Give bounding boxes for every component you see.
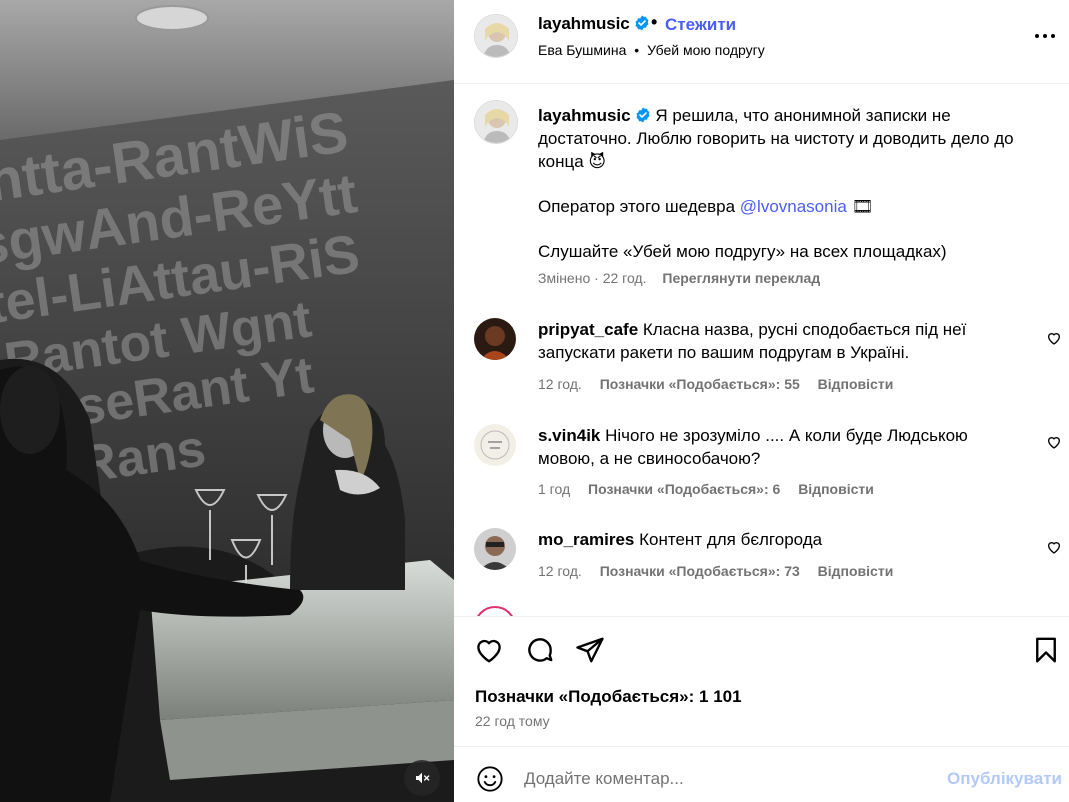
caption-paragraph-2: Оператор этого шедевра @lvovnasonia 🎞 bbox=[538, 195, 1038, 218]
post-media[interactable]: ntta-RantWiS sgwAnd-ReYtt tel-LiAttau-Ri… bbox=[0, 0, 454, 802]
author-avatar[interactable] bbox=[474, 14, 518, 58]
comment-input[interactable] bbox=[524, 765, 924, 793]
caption-text-3: Слушайте «Убей мою подругу» на всех площ… bbox=[538, 242, 947, 261]
audio-artist[interactable]: Ева Бушмина bbox=[538, 42, 626, 58]
avatar-image bbox=[474, 528, 516, 570]
audio-separator: • bbox=[634, 42, 640, 58]
avatar-image bbox=[475, 101, 517, 143]
comment-like-heart-icon[interactable] bbox=[1046, 539, 1062, 555]
like-heart-icon[interactable] bbox=[474, 635, 504, 665]
more-options-icon[interactable] bbox=[1034, 24, 1056, 48]
comment-username[interactable]: s.vin4ik bbox=[538, 426, 600, 445]
comment-like-heart-icon[interactable] bbox=[1046, 434, 1062, 450]
reply-button[interactable]: Відповісти bbox=[818, 563, 894, 579]
comment-likes[interactable]: Позначки «Подобається»: 73 bbox=[600, 563, 800, 579]
caption-paragraph-1: layahmusic Я решила, что анонимной запис… bbox=[538, 104, 1038, 173]
comment-body: mo_ramires Контент для бєлгорода bbox=[538, 528, 988, 551]
avatar-image bbox=[474, 318, 516, 360]
caption-username[interactable]: layahmusic bbox=[538, 106, 631, 125]
commenter-avatar[interactable] bbox=[474, 318, 516, 360]
comment-meta: 1 год Позначки «Подобається»: 6 Відповіс… bbox=[538, 481, 888, 497]
post-panel: layahmusic • Стежити Ева Бушмина • Убей … bbox=[454, 0, 1069, 802]
commenter-avatar[interactable] bbox=[474, 528, 516, 570]
audio-attribution[interactable]: Ева Бушмина • Убей мою подругу bbox=[538, 42, 765, 58]
reply-button[interactable]: Відповісти bbox=[798, 481, 874, 497]
speaker-muted-icon bbox=[416, 772, 430, 784]
share-send-icon[interactable] bbox=[575, 635, 605, 665]
caption-author-avatar[interactable] bbox=[474, 100, 518, 144]
caption-meta-separator: · bbox=[594, 270, 599, 286]
post-actions: Позначки «Подобається»: 1 101 22 год том… bbox=[454, 616, 1069, 750]
commenter-avatar[interactable] bbox=[474, 424, 516, 466]
mute-toggle-button[interactable] bbox=[404, 760, 440, 796]
follow-button[interactable]: Стежити bbox=[665, 15, 736, 35]
see-translation-button[interactable]: Переглянути переклад bbox=[662, 270, 820, 286]
reply-button[interactable]: Відповісти bbox=[818, 376, 894, 392]
publish-button[interactable]: Опублікувати bbox=[947, 769, 1062, 789]
caption-text-2: Оператор этого шедевра bbox=[538, 197, 736, 216]
author-username-text[interactable]: layahmusic bbox=[538, 14, 630, 33]
comment-composer: Опублікувати bbox=[454, 746, 1069, 802]
emoji-picker-icon[interactable] bbox=[476, 765, 504, 793]
comment-body: s.vin4ik Нічого не зрозуміло .... А коли… bbox=[538, 424, 988, 470]
author-username[interactable]: layahmusic bbox=[538, 14, 650, 34]
comment-time[interactable]: 12 год. bbox=[538, 563, 582, 579]
edited-label: Змінено bbox=[538, 270, 591, 286]
comment-like-heart-icon[interactable] bbox=[1046, 330, 1062, 346]
comment-bubble-icon[interactable] bbox=[525, 635, 555, 665]
post-header: layahmusic • Стежити Ева Бушмина • Убей … bbox=[454, 0, 1069, 84]
devil-emoji-icon: 😈 bbox=[588, 152, 607, 171]
save-bookmark-icon[interactable] bbox=[1031, 635, 1061, 665]
caption-time[interactable]: 22 год. bbox=[603, 270, 647, 286]
header-dot-separator: • bbox=[651, 12, 658, 32]
comment-username[interactable]: mo_ramires bbox=[538, 530, 634, 549]
comment-text: Контент для бєлгорода bbox=[639, 530, 823, 549]
comment-time[interactable]: 12 год. bbox=[538, 376, 582, 392]
comment-likes[interactable]: Позначки «Подобається»: 55 bbox=[600, 376, 800, 392]
comment-meta: 12 год. Позначки «Подобається»: 73 Відпо… bbox=[538, 563, 907, 579]
avatar-image bbox=[475, 15, 517, 57]
comment-time[interactable]: 1 год bbox=[538, 481, 570, 497]
post-time[interactable]: 22 год тому bbox=[475, 713, 550, 729]
post-caption: layahmusic Я решила, что анонимной запис… bbox=[538, 104, 1038, 285]
comment-meta: 12 год. Позначки «Подобається»: 55 Відпо… bbox=[538, 376, 907, 392]
film-emoji-icon: 🎞 bbox=[851, 197, 874, 216]
comment-username[interactable]: pripyat_cafe bbox=[538, 320, 638, 339]
verified-badge-icon bbox=[636, 107, 650, 123]
mention-link[interactable]: @lvovnasonia bbox=[740, 197, 847, 216]
likes-count[interactable]: Позначки «Подобається»: 1 101 bbox=[475, 687, 742, 707]
video-frame: ntta-RantWiS sgwAnd-ReYtt tel-LiAttau-Ri… bbox=[0, 0, 454, 802]
comment-text: Нічого не зрозуміло .... А коли буде Люд… bbox=[538, 426, 968, 468]
avatar-image bbox=[474, 424, 516, 466]
verified-badge-icon bbox=[635, 15, 649, 31]
audio-track[interactable]: Убей мою подругу bbox=[647, 42, 765, 58]
comment-likes[interactable]: Позначки «Подобається»: 6 bbox=[588, 481, 780, 497]
comment-body: pripyat_cafe Класна назва, русні сподоба… bbox=[538, 318, 988, 364]
caption-paragraph-3: Слушайте «Убей мою подругу» на всех площ… bbox=[538, 240, 1038, 263]
caption-meta: Змінено · 22 год. Переглянути переклад bbox=[538, 270, 820, 286]
